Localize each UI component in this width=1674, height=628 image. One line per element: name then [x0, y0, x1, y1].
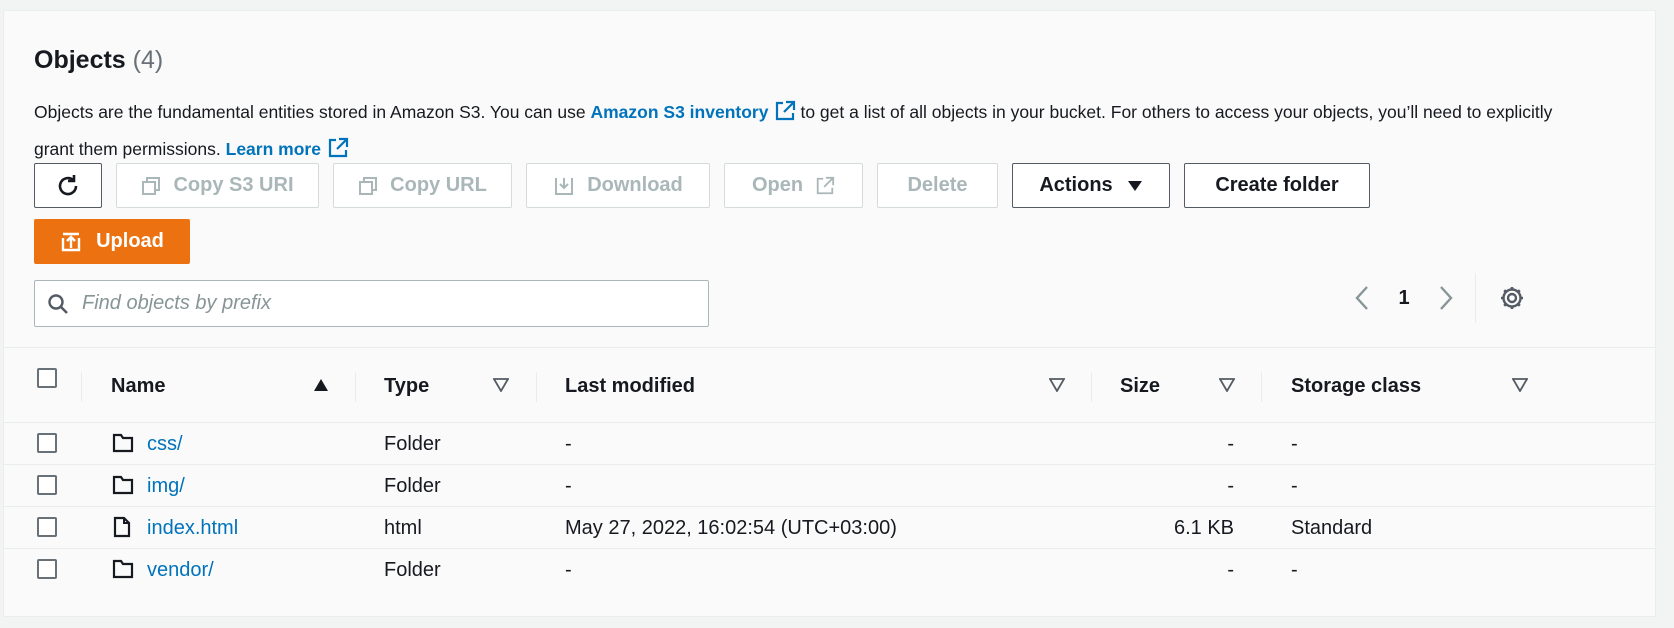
title-text: Objects: [34, 46, 126, 74]
upload-button[interactable]: Upload: [34, 219, 190, 264]
download-icon: [555, 177, 574, 195]
delete-button[interactable]: Delete: [877, 163, 998, 208]
storage-class-cell: -: [1291, 432, 1298, 455]
storage-class-cell: -: [1291, 474, 1298, 497]
type-cell: Folder: [384, 558, 441, 581]
object-link[interactable]: index.html: [147, 517, 238, 540]
search-icon: [48, 294, 68, 314]
type-cell: Folder: [384, 474, 441, 497]
size-cell: -: [1227, 558, 1234, 581]
sort-icon[interactable]: [1049, 378, 1065, 392]
copy-url-button[interactable]: Copy URL: [333, 163, 512, 208]
column-divider: [1091, 372, 1092, 402]
row-checkbox[interactable]: [37, 517, 57, 537]
refresh-button[interactable]: [34, 163, 102, 208]
sort-icon[interactable]: [1219, 378, 1235, 392]
file-icon: [113, 516, 131, 538]
learn-more-link[interactable]: Learn more: [226, 139, 321, 159]
object-link[interactable]: img/: [147, 475, 185, 498]
settings-gear-icon[interactable]: [1498, 284, 1526, 312]
previous-page-icon[interactable]: [1354, 285, 1370, 311]
folder-icon: [112, 475, 134, 495]
copy-url-label: Copy URL: [390, 174, 487, 196]
sort-ascending-icon[interactable]: [313, 378, 329, 392]
open-button[interactable]: Open: [724, 163, 863, 208]
column-divider: [536, 372, 537, 402]
object-link[interactable]: css/: [147, 433, 183, 456]
last-modified-cell: -: [565, 558, 572, 581]
download-button[interactable]: Download: [526, 163, 710, 208]
table-row[interactable]: css/ Folder - - -: [4, 423, 1655, 465]
table-row[interactable]: vendor/ Folder - - -: [4, 549, 1655, 591]
create-folder-button[interactable]: Create folder: [1184, 163, 1370, 208]
last-modified-cell: -: [565, 432, 572, 455]
size-cell: 6.1 KB: [1173, 516, 1234, 539]
object-name-cell[interactable]: vendor/: [147, 549, 214, 591]
copy-s3-uri-label: Copy S3 URI: [173, 174, 294, 196]
type-cell: Folder: [384, 432, 441, 455]
sort-icon[interactable]: [1512, 378, 1528, 392]
row-checkbox[interactable]: [37, 433, 57, 453]
actions-dropdown[interactable]: Actions: [1012, 163, 1170, 208]
external-link-icon: [816, 176, 835, 194]
row-checkbox[interactable]: [37, 475, 57, 495]
search-box[interactable]: [34, 280, 709, 327]
column-header-type[interactable]: Type: [384, 348, 429, 424]
storage-class-cell: Standard: [1291, 516, 1373, 539]
last-modified-cell: -: [565, 474, 572, 497]
column-header-storage-class[interactable]: Storage class: [1291, 348, 1421, 424]
objects-panel: Objects (4) Objects are the fundamental …: [3, 10, 1656, 617]
object-name-cell[interactable]: img/: [147, 465, 185, 507]
table-row[interactable]: img/ Folder - - -: [4, 465, 1655, 507]
object-name-cell[interactable]: css/: [147, 423, 183, 465]
caret-down-icon: [1127, 180, 1142, 191]
sort-icon[interactable]: [493, 378, 509, 392]
column-header-last-modified[interactable]: Last modified: [565, 348, 695, 424]
column-divider: [355, 372, 356, 402]
download-label: Download: [587, 174, 683, 196]
folder-icon: [112, 433, 134, 453]
table-header: Name Type Last modified Size Storage cla…: [4, 347, 1655, 424]
row-checkbox[interactable]: [37, 559, 57, 579]
s3-inventory-link[interactable]: Amazon S3 inventory: [590, 102, 768, 122]
folder-icon: [112, 559, 134, 579]
actions-label: Actions: [1039, 174, 1113, 196]
size-cell: -: [1227, 432, 1234, 455]
current-page[interactable]: 1: [1394, 287, 1414, 310]
copy-icon: [142, 176, 161, 195]
description: Objects are the fundamental entities sto…: [34, 96, 1594, 170]
upload-icon: [61, 232, 81, 251]
next-page-icon[interactable]: [1438, 285, 1454, 311]
object-link[interactable]: vendor/: [147, 559, 214, 582]
refresh-icon: [58, 174, 78, 195]
upload-label: Upload: [96, 230, 164, 252]
divider: [1475, 273, 1476, 323]
last-modified-cell: May 27, 2022, 16:02:54 (UTC+03:00): [565, 516, 897, 539]
delete-label: Delete: [907, 174, 968, 196]
search-input[interactable]: [82, 281, 682, 325]
select-all-checkbox[interactable]: [37, 368, 57, 388]
page-title: Objects (4): [34, 46, 163, 75]
column-header-size[interactable]: Size: [1120, 348, 1160, 424]
column-divider: [1261, 372, 1262, 402]
storage-class-cell: -: [1291, 558, 1298, 581]
column-divider: [81, 372, 82, 402]
object-count: (4): [132, 46, 164, 74]
type-cell: html: [384, 516, 422, 539]
copy-icon: [359, 176, 378, 195]
column-header-name[interactable]: Name: [111, 348, 165, 424]
object-name-cell[interactable]: index.html: [147, 507, 238, 549]
table-row[interactable]: index.html html May 27, 2022, 16:02:54 (…: [4, 507, 1655, 549]
size-cell: -: [1227, 474, 1234, 497]
description-text: Objects are the fundamental entities sto…: [34, 102, 586, 122]
external-link-icon[interactable]: [774, 100, 796, 133]
open-label: Open: [751, 174, 804, 196]
create-folder-label: Create folder: [1215, 174, 1339, 196]
copy-s3-uri-button[interactable]: Copy S3 URI: [116, 163, 319, 208]
